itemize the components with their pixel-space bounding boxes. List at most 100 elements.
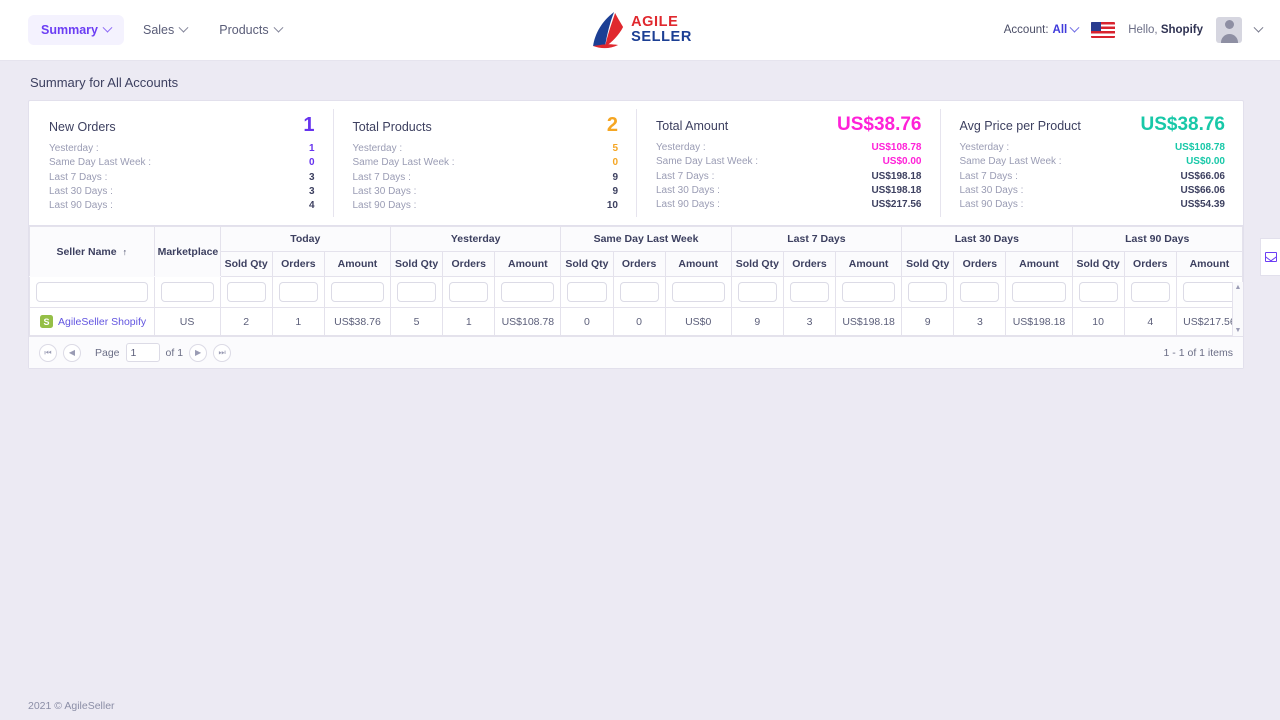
row-label: Last 90 Days :	[959, 199, 1024, 211]
column-header-orders[interactable]: Orders	[953, 251, 1007, 278]
card-title: Total Products	[352, 120, 432, 134]
card-row: Same Day Last Week : 0	[353, 156, 619, 170]
prev-page-button[interactable]: ◀	[63, 343, 81, 362]
column-header-orders[interactable]: Orders	[782, 251, 837, 278]
cell-last30-amount: US$198.18	[1005, 307, 1073, 337]
cell-sdlw-sold-qty: 0	[560, 307, 614, 337]
filter-input-today-amount[interactable]	[330, 282, 384, 303]
feedback-mail-tab[interactable]	[1260, 238, 1280, 276]
table-vertical-scrollbar[interactable]: ▲ ▼	[1232, 282, 1243, 337]
column-header-amount[interactable]: Amount	[1005, 251, 1073, 278]
filter-cell	[1005, 276, 1073, 309]
filter-input-yesterday-sold-qty[interactable]	[396, 282, 437, 303]
column-header-amount[interactable]: Amount	[1175, 251, 1244, 278]
filter-input-today-orders[interactable]	[278, 282, 318, 303]
table-row[interactable]: S AgileSeller Shopify US 2 1 US$38.76 5 …	[29, 307, 1244, 337]
column-header-amount[interactable]: Amount	[664, 251, 732, 278]
last-page-button[interactable]: ⏭	[213, 343, 232, 362]
nav-item-sales[interactable]: Sales	[130, 15, 200, 45]
table-head: Seller Name ↑ Marketplace Today Yesterday…	[29, 226, 1244, 278]
summary-panel: New Orders 1 Yesterday : 1 Same Day Last …	[28, 100, 1244, 370]
row-value: US$0.00	[882, 156, 922, 168]
row-label: Last 30 Days :	[49, 185, 113, 197]
filter-input-last90-orders[interactable]	[1130, 282, 1170, 303]
filter-input-last30-sold-qty[interactable]	[908, 282, 948, 303]
cell-seller-name: S AgileSeller Shopify	[29, 307, 155, 337]
brand-logo[interactable]: AGILE SELLER	[588, 9, 692, 51]
filter-input-last7-amount[interactable]	[842, 282, 896, 303]
filter-input-last90-amount[interactable]	[1182, 282, 1236, 303]
column-header-sold-qty[interactable]: Sold Qty	[389, 251, 444, 278]
filter-input-last90-sold-qty[interactable]	[1078, 282, 1118, 303]
avatar[interactable]	[1216, 17, 1242, 43]
greeting-text: Hello,	[1128, 24, 1158, 36]
filter-input-last7-sold-qty[interactable]	[737, 282, 777, 303]
first-page-button[interactable]: ⏮	[39, 343, 57, 362]
row-value: US$66.06	[1180, 170, 1225, 182]
top-navbar: Summary Sales Products AGILE SELLER Acco…	[0, 0, 1280, 61]
account-selector[interactable]: Account: All	[1004, 22, 1080, 36]
cell-today-orders: 1	[271, 307, 325, 337]
column-header-orders[interactable]: Orders	[271, 251, 325, 278]
column-header-seller-name[interactable]: Seller Name ↑	[29, 226, 155, 278]
card-value: 2	[606, 114, 618, 136]
column-header-amount[interactable]: Amount	[494, 251, 562, 278]
filter-input-seller-name[interactable]	[36, 282, 148, 303]
seller-link[interactable]: S AgileSeller Shopify	[40, 315, 146, 329]
row-value: US$108.78	[1174, 142, 1225, 153]
sellers-table: Seller Name ↑ Marketplace Today Yesterday…	[29, 226, 1244, 337]
row-value: 9	[612, 185, 618, 197]
row-value: US$66.06	[1180, 184, 1225, 196]
column-header-amount[interactable]: Amount	[323, 251, 391, 278]
filter-input-sdlw-orders[interactable]	[619, 282, 659, 303]
user-menu-chevron-down-icon[interactable]	[1253, 22, 1264, 33]
card-row: Yesterday : 1	[49, 142, 315, 156]
column-header-orders[interactable]: Orders	[1123, 251, 1177, 278]
row-value: 9	[612, 171, 618, 183]
column-header-amount[interactable]: Amount	[835, 251, 903, 278]
row-value: US$108.78	[871, 142, 922, 153]
filter-input-last30-orders[interactable]	[960, 282, 1000, 303]
row-value: 4	[308, 200, 315, 212]
filter-input-yesterday-orders[interactable]	[449, 282, 489, 303]
cell-last7-sold-qty: 9	[730, 307, 784, 337]
column-header-sold-qty[interactable]: Sold Qty	[1071, 251, 1125, 278]
filter-cell	[953, 276, 1007, 309]
row-label: Yesterday :	[656, 142, 706, 153]
filter-input-last7-orders[interactable]	[789, 282, 830, 303]
chevron-down-icon	[1069, 22, 1080, 33]
scroll-up-icon[interactable]: ▲	[1235, 284, 1242, 291]
row-value: US$54.39	[1180, 199, 1225, 211]
column-header-orders[interactable]: Orders	[442, 251, 496, 278]
card-row: Last 30 Days : 3	[49, 185, 315, 199]
filter-input-today-sold-qty[interactable]	[226, 282, 266, 303]
column-header-sold-qty[interactable]: Sold Qty	[219, 251, 273, 278]
filter-input-last30-amount[interactable]	[1012, 282, 1066, 303]
filter-cell	[835, 276, 903, 309]
filter-input-marketplace[interactable]	[160, 282, 214, 303]
card-new-orders: New Orders 1 Yesterday : 1 Same Day Last …	[29, 101, 333, 225]
group-header-yesterday: Yesterday	[389, 226, 562, 253]
group-header-last-30-days: Last 30 Days	[901, 226, 1073, 253]
page-number-input[interactable]	[125, 343, 160, 363]
next-page-button[interactable]: ▶	[189, 343, 208, 362]
filter-input-sdlw-sold-qty[interactable]	[567, 282, 607, 303]
filter-input-yesterday-amount[interactable]	[501, 282, 555, 303]
cell-last90-orders: 4	[1123, 307, 1177, 337]
row-label: Last 7 Days :	[49, 171, 108, 183]
column-header-sold-qty[interactable]: Sold Qty	[901, 251, 955, 278]
nav-item-products[interactable]: Products	[206, 15, 294, 45]
items-count-label: 1 - 1 of 1 items	[1163, 346, 1233, 359]
logo-wordmark: AGILE SELLER	[631, 15, 692, 45]
group-header-last-7-days: Last 7 Days	[730, 226, 903, 253]
column-header-orders[interactable]: Orders	[612, 251, 666, 278]
card-title: New Orders	[49, 120, 116, 134]
filter-input-sdlw-amount[interactable]	[671, 282, 725, 303]
column-header-marketplace[interactable]: Marketplace	[153, 226, 221, 278]
scroll-down-icon[interactable]: ▼	[1235, 327, 1242, 334]
column-header-sold-qty[interactable]: Sold Qty	[560, 251, 614, 278]
row-label: Last 30 Days :	[352, 185, 417, 197]
column-header-sold-qty[interactable]: Sold Qty	[730, 251, 784, 278]
user-greeting: Hello, Shopify	[1128, 24, 1203, 36]
nav-item-summary[interactable]: Summary	[28, 15, 124, 45]
